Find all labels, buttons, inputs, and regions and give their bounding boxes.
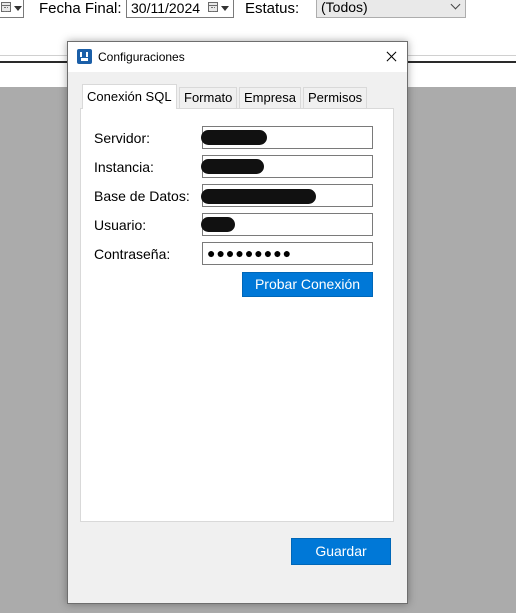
estatus-value: (Todos) xyxy=(321,0,368,15)
redacted-value xyxy=(201,159,264,174)
calendar-icon[interactable] xyxy=(1,2,11,12)
contrasena-label: Contraseña: xyxy=(94,246,171,262)
usuario-label: Usuario: xyxy=(94,217,147,233)
fecha-final-value[interactable]: 30/11/2024 xyxy=(131,0,200,17)
estatus-select[interactable]: (Todos) xyxy=(316,0,466,18)
instancia-label: Instancia: xyxy=(94,159,154,175)
password-mask: ●●●●●●●●● xyxy=(207,245,293,261)
chevron-down-icon[interactable] xyxy=(450,0,461,10)
instancia-input[interactable] xyxy=(201,155,373,178)
fecha-final-date-picker[interactable]: 30/11/2024 xyxy=(126,0,234,18)
redacted-value xyxy=(201,189,316,204)
tab-empresa[interactable]: Empresa xyxy=(239,87,302,108)
fecha-final-label: Fecha Final: xyxy=(39,0,122,17)
usuario-input[interactable] xyxy=(201,213,373,236)
tab-formato[interactable]: Formato xyxy=(179,87,238,108)
fecha-inicial-date-picker[interactable] xyxy=(0,0,24,18)
base-de-datos-input[interactable] xyxy=(201,184,373,207)
tab-conexion-sql[interactable]: Conexión SQL xyxy=(82,84,177,109)
configuraciones-dialog: Configuraciones Conexión SQL Formato Emp… xyxy=(67,41,408,604)
guardar-button[interactable]: Guardar xyxy=(291,538,391,565)
dropdown-arrow-icon[interactable] xyxy=(221,6,229,11)
estatus-label: Estatus: xyxy=(245,0,300,17)
dialog-title: Configuraciones xyxy=(98,50,185,64)
servidor-input[interactable] xyxy=(201,126,373,149)
redacted-value xyxy=(201,217,235,232)
dropdown-arrow-icon[interactable] xyxy=(14,6,22,11)
close-icon[interactable] xyxy=(375,42,407,72)
servidor-label: Servidor: xyxy=(94,130,151,146)
app-icon xyxy=(77,49,92,64)
contrasena-input[interactable]: ●●●●●●●●● xyxy=(202,242,373,265)
calendar-icon[interactable] xyxy=(208,2,218,12)
tab-permisos[interactable]: Permisos xyxy=(303,87,368,108)
redacted-value xyxy=(201,130,267,145)
base-de-datos-label: Base de Datos: xyxy=(94,188,190,204)
probar-conexion-button[interactable]: Probar Conexión xyxy=(242,272,373,297)
dialog-titlebar[interactable]: Configuraciones xyxy=(68,42,407,72)
tab-panel-conexion-sql: Servidor: Instancia: Base de Datos: Usua… xyxy=(80,108,394,522)
